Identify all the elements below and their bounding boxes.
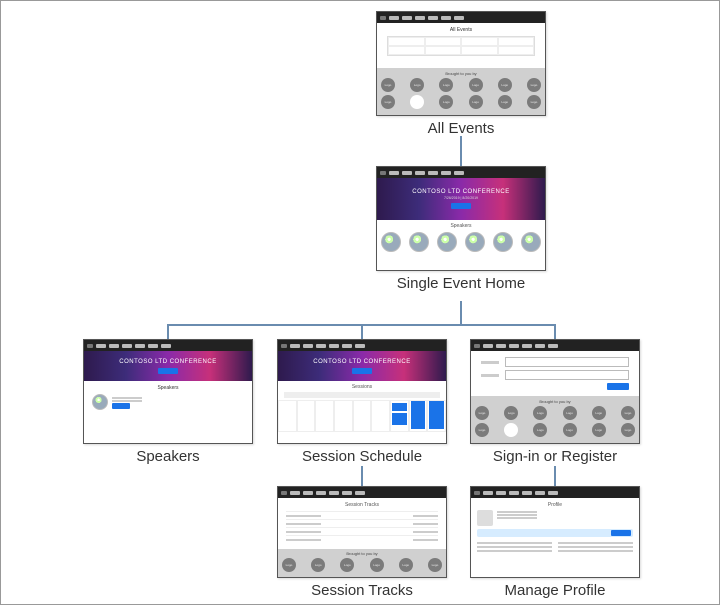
sponsor-logo-icon: Logo xyxy=(381,78,395,92)
connector xyxy=(554,466,556,486)
connector xyxy=(361,466,363,486)
thumbnail-schedule: CONTOSO LTD CONFERENCE Sessions xyxy=(277,339,447,444)
sponsor-logo-icon: Logo xyxy=(563,406,577,420)
sponsors-label: Brought to you by xyxy=(475,399,635,404)
sponsor-logo-icon: Logo xyxy=(592,423,606,437)
thumbnail-tracks: Session Tracks Brought to you by Logo Lo… xyxy=(277,486,447,578)
connector xyxy=(460,301,462,324)
connector xyxy=(460,136,462,166)
password-input xyxy=(505,370,629,380)
section-label: Profile xyxy=(477,502,633,508)
node-caption: Speakers xyxy=(83,448,253,465)
sponsor-logo-icon: Logo xyxy=(621,406,635,420)
hero-title: CONTOSO LTD CONFERENCE xyxy=(412,189,509,195)
node-caption: Single Event Home xyxy=(376,275,546,292)
speaker-avatar xyxy=(465,232,485,252)
sponsor-logo-icon: Logo xyxy=(428,558,442,572)
sponsor-logo-icon: Logo xyxy=(592,406,606,420)
microsoft-logo-icon xyxy=(410,95,424,109)
sponsor-logo-icon: Logo xyxy=(527,95,541,109)
connector xyxy=(361,324,363,339)
section-label: Sessions xyxy=(278,384,446,392)
connector xyxy=(554,324,556,339)
sponsor-logo-icon: Logo xyxy=(311,558,325,572)
sponsor-logo-icon: Logo xyxy=(399,558,413,572)
hero-subtitle: 7/26/2019 | 8/20/2019 xyxy=(444,196,478,200)
profile-avatar xyxy=(477,510,493,526)
thumbnail-profile: Profile xyxy=(470,486,640,578)
thumbnail-speakers: CONTOSO LTD CONFERENCE Speakers xyxy=(83,339,253,444)
sponsor-logo-icon: Logo xyxy=(439,78,453,92)
register-button xyxy=(451,203,471,209)
sponsor-logo-icon: Logo xyxy=(381,95,395,109)
sponsor-logo-icon: Logo xyxy=(439,95,453,109)
thumbnail-single-event: CONTOSO LTD CONFERENCE 7/26/2019 | 8/20/… xyxy=(376,166,546,271)
connector xyxy=(167,324,169,339)
sponsor-logo-icon: Logo xyxy=(527,78,541,92)
hero-title: CONTOSO LTD CONFERENCE xyxy=(313,359,410,365)
register-button xyxy=(158,368,178,374)
sponsor-logo-icon: Logo xyxy=(340,558,354,572)
username-input xyxy=(505,357,629,367)
sponsor-logo-icon: Logo xyxy=(533,423,547,437)
register-button xyxy=(352,368,372,374)
sponsor-logo-icon: Logo xyxy=(498,78,512,92)
node-speakers[interactable]: CONTOSO LTD CONFERENCE Speakers Speakers xyxy=(83,339,253,465)
node-caption: Sign-in or Register xyxy=(470,448,640,465)
page-heading: All Events xyxy=(387,27,535,33)
speaker-avatar xyxy=(493,232,513,252)
sponsor-logo-icon: Logo xyxy=(621,423,635,437)
thumbnail-sign-in: Brought to you by Logo Logo Logo Logo Lo… xyxy=(470,339,640,444)
sponsor-logo-icon: Logo xyxy=(410,78,424,92)
node-manage-profile[interactable]: Profile Manage Profile xyxy=(470,486,640,599)
node-caption: All Events xyxy=(376,120,546,137)
sponsor-logo-icon: Logo xyxy=(469,95,483,109)
node-caption: Session Schedule xyxy=(277,448,447,465)
speaker-avatar xyxy=(92,394,108,410)
speaker-avatar xyxy=(381,232,401,252)
speaker-avatar xyxy=(521,232,541,252)
view-button xyxy=(112,403,130,409)
sponsors-label: Brought to you by xyxy=(282,551,442,556)
node-session-schedule[interactable]: CONTOSO LTD CONFERENCE Sessions Session … xyxy=(277,339,447,465)
sponsor-logo-icon: Logo xyxy=(475,406,489,420)
sitemap-diagram: All Events Brought to you by Logo Logo L… xyxy=(0,0,720,605)
sponsor-logo-icon: Logo xyxy=(469,78,483,92)
sponsors-label: Brought to you by xyxy=(381,71,541,76)
sponsor-logo-icon: Logo xyxy=(282,558,296,572)
section-label: Session Tracks xyxy=(286,502,438,508)
sponsor-logo-icon: Logo xyxy=(533,406,547,420)
date-tabs xyxy=(284,392,440,398)
hero-title: CONTOSO LTD CONFERENCE xyxy=(119,359,216,365)
submit-button xyxy=(607,383,629,390)
sponsor-logo-icon: Logo xyxy=(498,95,512,109)
node-all-events[interactable]: All Events Brought to you by Logo Logo L… xyxy=(376,11,546,137)
node-single-event-home[interactable]: CONTOSO LTD CONFERENCE 7/26/2019 | 8/20/… xyxy=(376,166,546,292)
node-caption: Manage Profile xyxy=(470,582,640,599)
section-label: Speakers xyxy=(92,385,244,391)
registration-banner xyxy=(477,529,633,537)
section-label: Speakers xyxy=(377,220,545,230)
sponsor-logo-icon: Logo xyxy=(563,423,577,437)
sponsor-logo-icon: Logo xyxy=(475,423,489,437)
node-session-tracks[interactable]: Session Tracks Brought to you by Logo Lo… xyxy=(277,486,447,599)
node-sign-in[interactable]: Brought to you by Logo Logo Logo Logo Lo… xyxy=(470,339,640,465)
speaker-avatar xyxy=(437,232,457,252)
sponsor-logo-icon: Logo xyxy=(370,558,384,572)
node-caption: Session Tracks xyxy=(277,582,447,599)
thumbnail-all-events: All Events Brought to you by Logo Logo L… xyxy=(376,11,546,116)
sponsor-logo-icon: Logo xyxy=(504,406,518,420)
speaker-avatar xyxy=(409,232,429,252)
microsoft-logo-icon xyxy=(504,423,518,437)
